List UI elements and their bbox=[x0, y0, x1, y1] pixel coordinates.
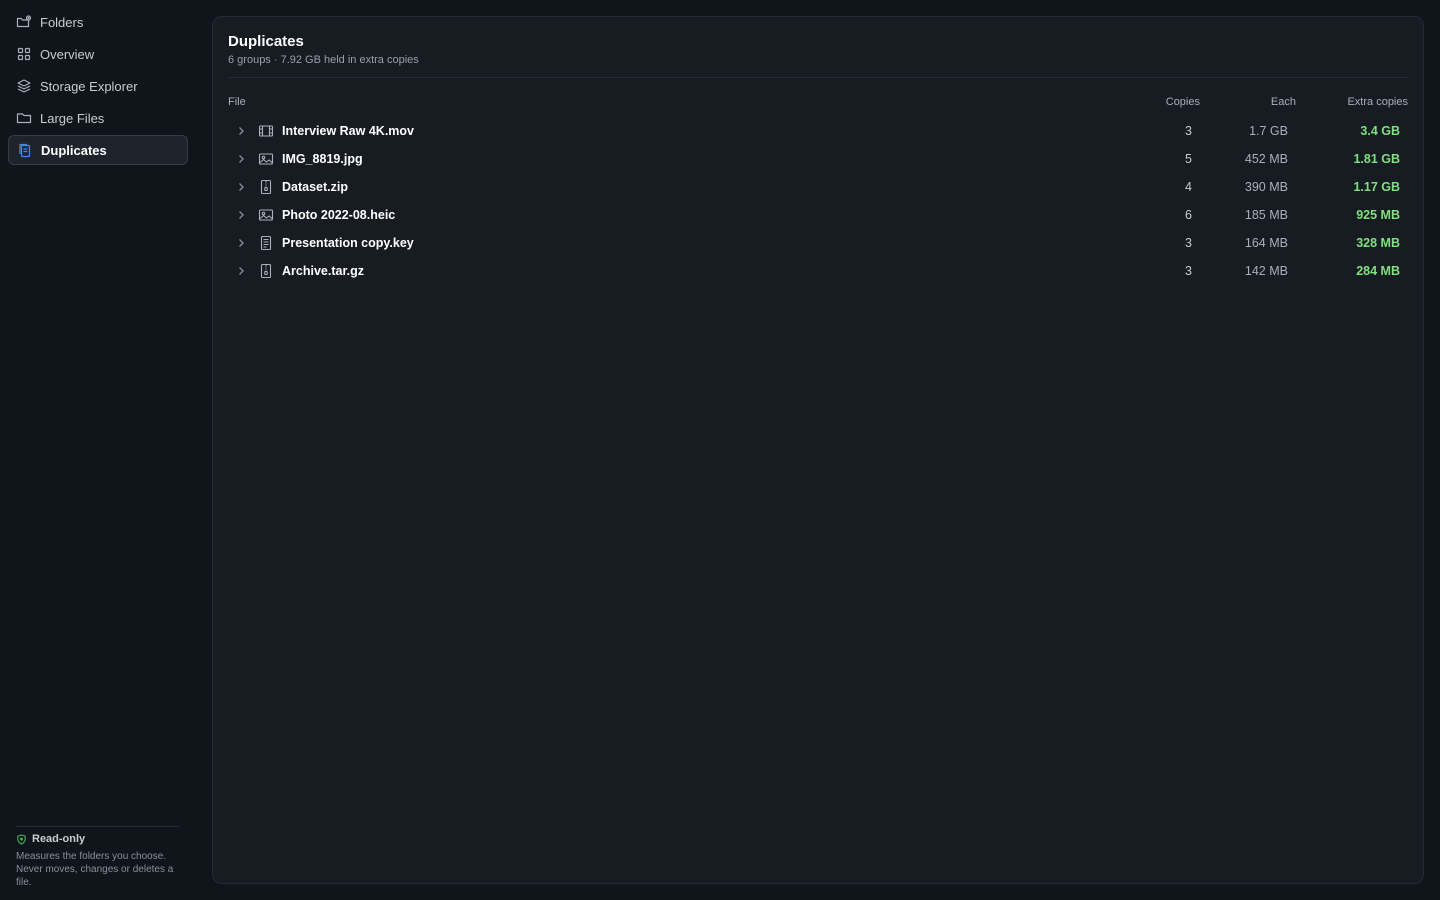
copies-count: 5 bbox=[1185, 152, 1192, 166]
shield-icon bbox=[16, 833, 27, 845]
panel-header: Duplicates 6 groups · 7.92 GB held in ex… bbox=[228, 33, 419, 66]
each-size: 390 MB bbox=[1244, 180, 1288, 194]
table-row[interactable]: Interview Raw 4K.mov 3 1.7 GB 3.4 GB bbox=[228, 117, 1408, 145]
sidebar-item-label: Large Files bbox=[40, 110, 105, 126]
each-size: 164 MB bbox=[1244, 236, 1288, 250]
table-row[interactable]: IMG_8819.jpg 5 452 MB 1.81 GB bbox=[228, 145, 1408, 173]
chevron-right-icon[interactable] bbox=[233, 151, 249, 167]
column-header-each[interactable]: Each bbox=[1200, 96, 1296, 108]
sidebar-nav: Folders Overview Storage Explorer Large … bbox=[0, 0, 196, 165]
sidebar-item-overview[interactable]: Overview bbox=[8, 39, 188, 69]
each-size: 142 MB bbox=[1244, 264, 1288, 278]
image-icon bbox=[258, 151, 274, 167]
each-size: 452 MB bbox=[1244, 152, 1288, 166]
read-only-title: Read-only bbox=[32, 833, 86, 845]
extra-copies-size: 328 MB bbox=[1356, 236, 1400, 250]
table-row[interactable]: Archive.tar.gz 3 142 MB 284 MB bbox=[228, 257, 1408, 285]
duplicates-table: File Copies Each Extra copies Interview … bbox=[228, 93, 1408, 285]
table-row[interactable]: Presentation copy.key 3 164 MB 328 MB bbox=[228, 229, 1408, 257]
file-name: Interview Raw 4K.mov bbox=[282, 124, 414, 138]
copy-files-icon bbox=[17, 142, 33, 158]
archive-icon bbox=[258, 179, 274, 195]
layers-icon bbox=[16, 78, 32, 94]
folder-plus-icon bbox=[16, 14, 32, 30]
column-header-extra-copies[interactable]: Extra copies bbox=[1296, 96, 1408, 108]
copies-count: 3 bbox=[1185, 124, 1192, 138]
header-divider bbox=[228, 77, 1408, 78]
archive-icon bbox=[258, 263, 274, 279]
grid-icon bbox=[16, 46, 32, 62]
document-icon bbox=[258, 235, 274, 251]
image-icon bbox=[258, 207, 274, 223]
table-header: File Copies Each Extra copies bbox=[228, 93, 1408, 111]
column-header-copies[interactable]: Copies bbox=[1128, 96, 1200, 108]
table-row[interactable]: Dataset.zip 4 390 MB 1.17 GB bbox=[228, 173, 1408, 201]
sidebar-item-label: Overview bbox=[40, 46, 95, 62]
sidebar-item-label: Folders bbox=[40, 14, 84, 30]
extra-copies-size: 925 MB bbox=[1356, 208, 1400, 222]
chevron-right-icon[interactable] bbox=[233, 263, 249, 279]
extra-copies-size: 1.17 GB bbox=[1353, 180, 1400, 194]
sidebar-item-duplicates[interactable]: Duplicates bbox=[8, 135, 188, 165]
copies-count: 6 bbox=[1185, 208, 1192, 222]
file-name: Archive.tar.gz bbox=[282, 264, 364, 278]
chevron-right-icon[interactable] bbox=[233, 123, 249, 139]
extra-copies-size: 3.4 GB bbox=[1360, 124, 1400, 138]
sidebar-item-large-files[interactable]: Large Files bbox=[8, 103, 188, 133]
sidebar-item-label: Duplicates bbox=[41, 142, 107, 158]
film-icon bbox=[258, 123, 274, 139]
read-only-title-row: Read-only bbox=[16, 833, 180, 845]
chevron-right-icon[interactable] bbox=[233, 235, 249, 251]
file-name: Presentation copy.key bbox=[282, 236, 414, 250]
sidebar-item-storage-explorer[interactable]: Storage Explorer bbox=[8, 71, 188, 101]
sidebar-item-label: Storage Explorer bbox=[40, 78, 138, 94]
column-header-file[interactable]: File bbox=[228, 96, 1128, 108]
read-only-description: Measures the folders you choose. Never m… bbox=[16, 851, 174, 888]
copies-count: 3 bbox=[1185, 236, 1192, 250]
table-row[interactable]: Photo 2022-08.heic 6 185 MB 925 MB bbox=[228, 201, 1408, 229]
extra-copies-size: 1.81 GB bbox=[1353, 152, 1400, 166]
each-size: 185 MB bbox=[1244, 208, 1288, 222]
page-subtitle: 6 groups · 7.92 GB held in extra copies bbox=[228, 54, 419, 66]
file-name: IMG_8819.jpg bbox=[282, 152, 363, 166]
page-title: Duplicates bbox=[228, 33, 304, 50]
copies-count: 4 bbox=[1185, 180, 1192, 194]
extra-copies-size: 284 MB bbox=[1356, 264, 1400, 278]
copies-count: 3 bbox=[1185, 264, 1192, 278]
chevron-right-icon[interactable] bbox=[233, 179, 249, 195]
each-size: 1.7 GB bbox=[1249, 124, 1288, 138]
sidebar-item-folders[interactable]: Folders bbox=[8, 7, 188, 37]
file-name: Photo 2022-08.heic bbox=[282, 208, 396, 222]
file-name: Dataset.zip bbox=[282, 180, 348, 194]
chevron-right-icon[interactable] bbox=[233, 207, 249, 223]
read-only-notice: Read-only Measures the folders you choos… bbox=[16, 826, 180, 889]
sidebar: Folders Overview Storage Explorer Large … bbox=[0, 0, 196, 900]
folder-icon bbox=[16, 110, 32, 126]
duplicates-panel: Duplicates 6 groups · 7.92 GB held in ex… bbox=[212, 16, 1424, 884]
